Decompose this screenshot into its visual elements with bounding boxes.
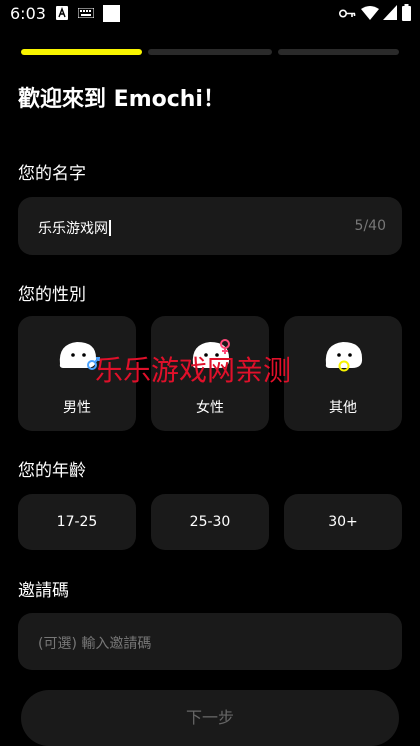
white-square-icon [103, 5, 120, 22]
age-label: 您的年齡 [18, 461, 86, 481]
status-bar: 6:03 [0, 0, 420, 30]
gender-option-label: 男性 [63, 400, 91, 416]
watermark-text: 乐乐游戏网亲测 [95, 354, 292, 387]
name-label: 您的名字 [18, 164, 86, 184]
gender-option-label: 其他 [329, 400, 357, 416]
other-ghost-icon [325, 342, 363, 372]
name-char-counter: 5/40 [354, 218, 386, 234]
next-button[interactable]: 下一步 [21, 690, 399, 746]
age-option-30-plus[interactable]: 30+ [284, 494, 402, 550]
invite-code-placeholder: (可選) 輸入邀請碼 [38, 636, 152, 652]
status-time: 6:03 [10, 4, 46, 23]
age-option-17-25[interactable]: 17-25 [18, 494, 136, 550]
name-field[interactable]: 乐乐游戏网 5/40 [18, 197, 402, 255]
gender-option-label: 女性 [196, 400, 224, 416]
text-cursor [109, 220, 111, 236]
gender-label: 您的性別 [18, 285, 86, 305]
page-title: 歡迎來到 Emochi！ [18, 87, 225, 112]
keyboard-icon [78, 8, 94, 18]
age-option-25-30[interactable]: 25-30 [151, 494, 269, 550]
cellular-signal-icon [383, 5, 397, 20]
gender-option-other[interactable]: 其他 [284, 316, 402, 431]
key-icon [339, 9, 356, 18]
notification-a-icon [56, 6, 68, 20]
progress-step-3 [278, 49, 399, 55]
invite-code-label: 邀請碼 [18, 581, 69, 601]
battery-icon [402, 4, 411, 21]
wifi-icon [361, 6, 379, 20]
invite-code-field[interactable]: (可選) 輸入邀請碼 [18, 613, 402, 670]
progress-step-1 [21, 49, 142, 55]
progress-step-2 [148, 49, 272, 55]
name-input-value: 乐乐游戏网 [38, 221, 108, 237]
